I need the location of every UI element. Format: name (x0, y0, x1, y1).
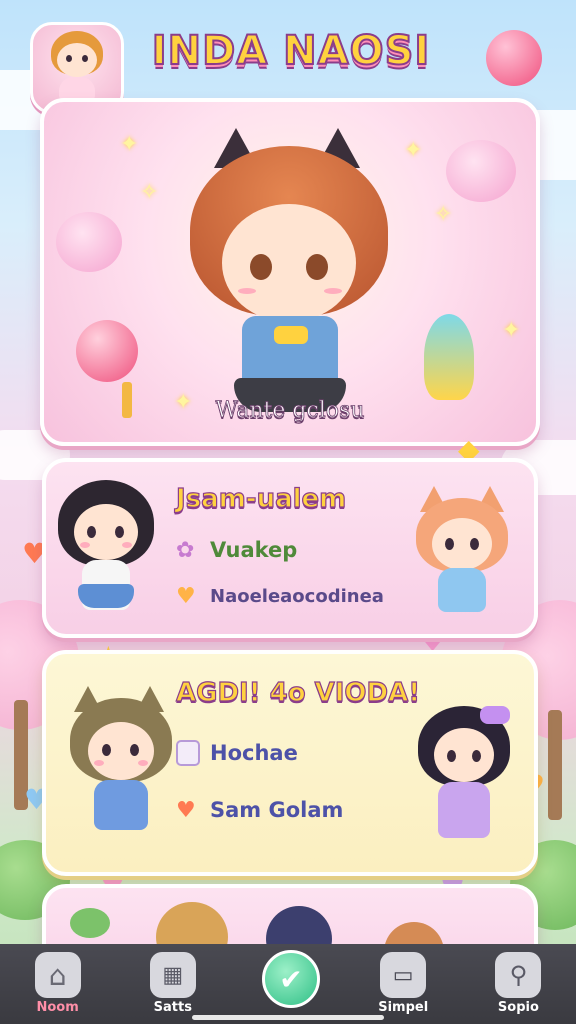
nav-label: Simpel (378, 1000, 429, 1015)
nav-item-search[interactable]: ⚲ Sopio (461, 944, 576, 1024)
character-cat-boy (66, 686, 176, 846)
heart-icon: ♥ (176, 584, 196, 609)
avatar-character (47, 29, 107, 107)
app-header: INDA NAOSI (0, 0, 576, 114)
sparkle-icon: ✦ (502, 318, 521, 343)
sparkle-icon: ✧ (140, 180, 159, 205)
pink-pet-right (446, 140, 516, 202)
character-card-2[interactable]: AGDI! 4o VIODA! Hochae ♥ Sam Golam (42, 650, 538, 876)
card-title: AGDI! 4o VIODA! (175, 677, 421, 708)
lollipop-decoration (76, 320, 138, 382)
character-card-1[interactable]: Jsam-ualem ✿ Vuakep ♥ Naoeleaocodinea (42, 458, 538, 638)
list-item[interactable]: ♥ Sam Golam (176, 798, 344, 823)
sparkle-icon: ✦ (120, 132, 139, 157)
pink-pet-left (56, 212, 122, 272)
row-label: Hochae (210, 741, 298, 765)
bow-decoration (274, 326, 308, 344)
nav-item-chat[interactable]: ▭ Simpel (346, 944, 461, 1024)
nav-label: Sopio (497, 1000, 539, 1015)
chat-icon: ▭ (380, 952, 427, 998)
list-item[interactable]: ✿ Vuakep (176, 538, 298, 563)
list-item[interactable]: Hochae (176, 740, 298, 766)
hero-caption: Wante gclosu (215, 398, 365, 424)
bottom-nav: ⌂ Noom ▦ Satts ✔ ▭ Simpel ⚲ Sopio (0, 944, 576, 1024)
heart-icon: ♥ (176, 798, 196, 823)
check-heart-icon: ✔ (262, 950, 320, 1008)
calendar-icon: ▦ (149, 952, 196, 998)
nav-item-home[interactable]: ⌂ Noom (0, 944, 115, 1024)
character-cat-girl (410, 484, 514, 624)
app-title: INDA NAOSI (151, 27, 431, 75)
sparkle-icon: ✧ (434, 202, 453, 227)
row-label: Vuakep (210, 538, 298, 562)
bow-decoration (480, 706, 510, 724)
list-item[interactable]: ♥ Naoeleaocodinea (176, 584, 384, 609)
nav-item-center[interactable]: ✔ (230, 944, 345, 1024)
row-label: Naoeleaocodinea (210, 585, 384, 607)
search-icon: ⚲ (495, 952, 542, 998)
rocket-decoration (424, 314, 474, 400)
character-bow-girl (412, 700, 516, 850)
nav-label: Satts (153, 1000, 192, 1015)
calendar-icon (176, 740, 200, 766)
home-indicator (192, 1015, 384, 1020)
nav-item-stats[interactable]: ▦ Satts (115, 944, 230, 1024)
main-character (164, 120, 414, 420)
row-label: Sam Golam (210, 798, 344, 822)
hero-card[interactable]: ✦ ✧ ✦ ✧ ✦ ✦ Wante gclosu (40, 98, 540, 446)
card-title: Jsam-ualem (175, 483, 347, 514)
character-dark-hair (54, 474, 158, 624)
nav-label: Noom (36, 1000, 79, 1015)
home-icon: ⌂ (34, 952, 81, 998)
flower-icon: ✿ (176, 538, 195, 563)
leaf-decoration (70, 908, 110, 938)
